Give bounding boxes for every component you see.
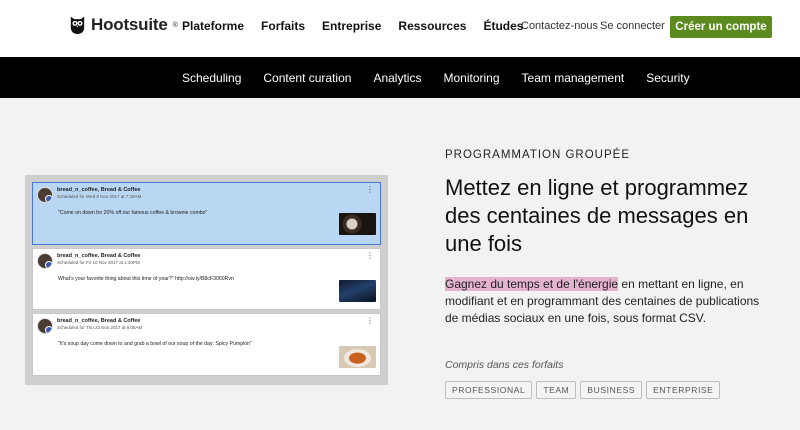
body-highlight: Gagnez du temps et de l'énergie (445, 277, 619, 291)
more-options-icon: ⋮ (366, 251, 374, 260)
more-options-icon: ⋮ (366, 316, 374, 325)
included-plans-label: Compris dans ces forfaits (445, 359, 564, 371)
post-account-name: bread_n_coffee, Bread & Coffee (57, 187, 141, 193)
post-schedule-time: Scheduled for Wed 8 Nov 2017 at 7:25AM (57, 194, 142, 199)
scheduled-post-card: bread_n_coffee, Bread & Coffee Scheduled… (32, 313, 381, 376)
post-text: What's your favorite thing about this ti… (58, 276, 234, 282)
logo-text: Hootsuite (91, 15, 168, 34)
subnav-analytics[interactable]: Analytics (373, 71, 421, 85)
section-eyebrow: PROGRAMMATION GROUPÉE (445, 149, 630, 161)
owl-icon (70, 16, 85, 35)
soup-bowl-photo (339, 346, 376, 368)
nav-plateforme[interactable]: Plateforme (182, 19, 244, 33)
coffee-brownie-photo (339, 213, 376, 235)
subnav-content-curation[interactable]: Content curation (263, 71, 351, 85)
section-body: Gagnez du temps et de l'énergie en metta… (445, 276, 765, 327)
post-text: "It's soup day come down to and grab a b… (58, 341, 252, 347)
plan-tag-professional[interactable]: PROFESSIONAL (445, 381, 533, 399)
avatar (37, 318, 53, 334)
subnav-monitoring[interactable]: Monitoring (443, 71, 499, 85)
post-schedule-time: Scheduled for Thu 23 Nov 2017 at 6:05AM (57, 325, 143, 330)
avatar (37, 187, 53, 203)
top-header: Hootsuite ® Plateforme Forfaits Entrepri… (0, 0, 800, 57)
subnav-scheduling[interactable]: Scheduling (182, 71, 241, 85)
section-headline: Mettez en ligne et programmez des centai… (445, 175, 749, 256)
plan-tag-business[interactable]: BUSINESS (580, 381, 643, 399)
hootsuite-logo[interactable]: Hootsuite ® (69, 15, 178, 35)
more-options-icon: ⋮ (366, 185, 374, 194)
subnav-security[interactable]: Security (646, 71, 689, 85)
login-link[interactable]: Se connecter (600, 20, 665, 32)
nav-ressources[interactable]: Ressources (398, 19, 466, 33)
scheduled-post-card: bread_n_coffee, Bread & Coffee Scheduled… (32, 248, 381, 310)
plan-tag-enterprise[interactable]: ENTERPRISE (646, 381, 721, 399)
main-nav: Plateforme Forfaits Entreprise Ressource… (182, 19, 540, 33)
feature-subnav: Scheduling Content curation Analytics Mo… (0, 57, 800, 98)
contact-link[interactable]: Contactez-nous (521, 20, 598, 32)
post-schedule-time: Scheduled for Fri 10 Nov 2017 at 1:30PM (57, 260, 140, 265)
plan-tags: PROFESSIONAL TEAM BUSINESS ENTERPRISE (445, 381, 721, 399)
scheduled-posts-mockup: bread_n_coffee, Bread & Coffee Scheduled… (25, 175, 388, 385)
nav-forfaits[interactable]: Forfaits (261, 19, 305, 33)
post-text: "Come on down for 20% off our famous cof… (58, 210, 208, 216)
nav-etudes[interactable]: Études (483, 19, 523, 33)
subnav-team-management[interactable]: Team management (522, 71, 625, 85)
post-account-name: bread_n_coffee, Bread & Coffee (57, 318, 141, 324)
post-account-name: bread_n_coffee, Bread & Coffee (57, 253, 141, 259)
avatar (37, 253, 53, 269)
scheduled-post-card: bread_n_coffee, Bread & Coffee Scheduled… (32, 182, 381, 245)
create-account-button[interactable]: Créer un compte (670, 16, 772, 38)
registered-mark: ® (172, 21, 178, 29)
plan-tag-team[interactable]: TEAM (536, 381, 577, 399)
nav-entreprise[interactable]: Entreprise (322, 19, 381, 33)
night-sky-photo (339, 280, 376, 302)
